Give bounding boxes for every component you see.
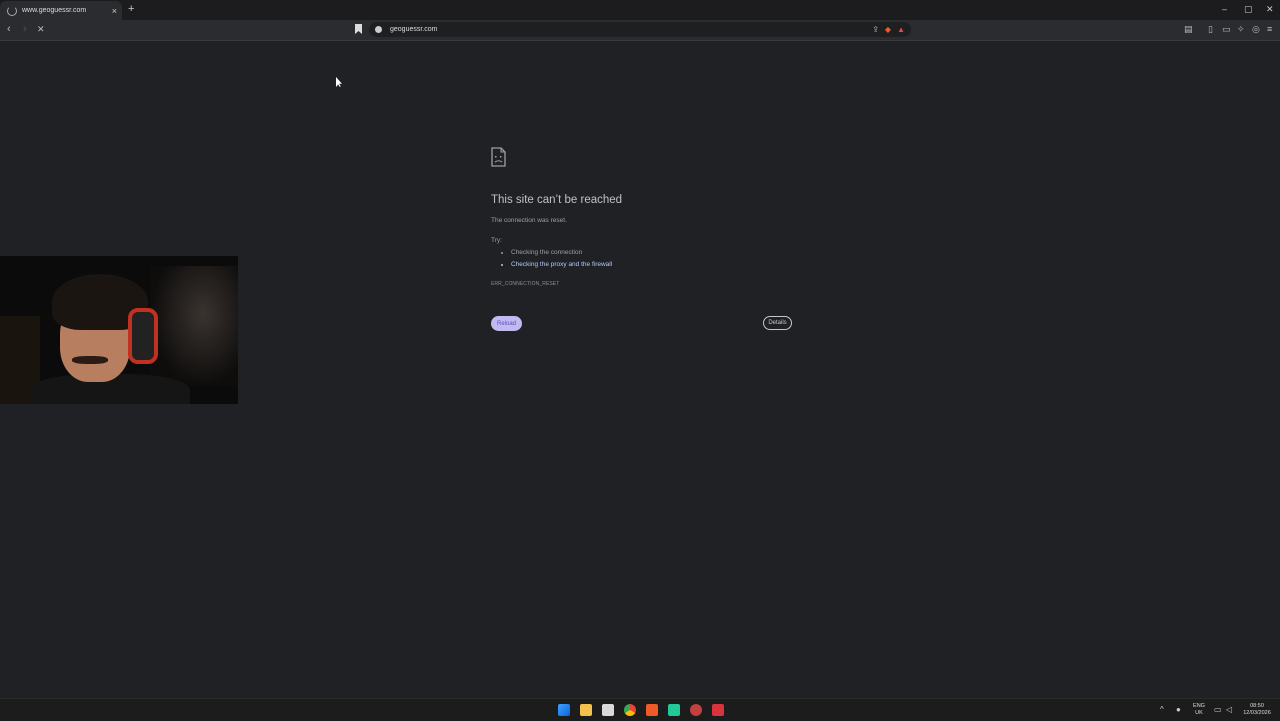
site-info-icon[interactable] [375,26,382,33]
error-title: This site can’t be reached [491,194,623,206]
chrome-icon[interactable] [624,704,636,716]
network-icon[interactable]: ▭ [1214,705,1222,714]
suggestion-list: Checking the connection Checking the pro… [502,247,612,271]
stop-loading-icon[interactable]: ✕ [37,24,45,35]
new-tab-button[interactable]: + [128,3,134,15]
taskbar: ^ ● ENG UK ▭ ◁ 08:50 12/03/2026 [0,698,1280,721]
sad-document-icon [491,147,506,167]
share-icon[interactable]: ⇪ [872,25,879,34]
vpn-icon[interactable]: ◎ [1252,24,1260,35]
menu-icon[interactable]: ≡ [1267,24,1272,34]
try-label: Try: [491,237,502,244]
clock[interactable]: 08:50 12/03/2026 [1240,703,1274,717]
close-tab-icon[interactable]: × [112,6,117,16]
webcam-overlay [0,256,238,404]
red-badge-app-icon[interactable] [712,704,724,716]
error-message: The connection was reset. [491,217,567,224]
bookmark-icon[interactable] [355,24,362,34]
address-bar[interactable]: geoguessr.com ⇪ ◆ ▲ [369,22,911,37]
tab-strip: www.geoguessr.com × + – ▢ ✕ [0,0,1280,20]
forward-icon[interactable]: › [23,23,27,35]
suggestion-check-proxy-link[interactable]: Checking the proxy and the firewall [511,259,612,271]
reader-mode-icon[interactable]: ▤ [1184,24,1193,35]
tab-title: www.geoguessr.com [22,7,87,14]
red-app-icon[interactable] [690,704,702,716]
headset [128,308,158,364]
tab-geoguessr[interactable]: www.geoguessr.com × [0,1,122,20]
file-explorer-icon[interactable] [580,704,592,716]
volume-icon[interactable]: ◁ [1226,705,1232,714]
maximize-button[interactable]: ▢ [1244,4,1253,15]
brave-rewards-icon[interactable]: ▲ [897,25,905,34]
error-code: ERR_CONNECTION_RESET [491,281,560,287]
suggestion-check-connection: Checking the connection [511,247,612,259]
close-window-button[interactable]: ✕ [1266,4,1274,15]
microphone-icon[interactable]: ● [1176,705,1181,714]
sidebar-icon[interactable]: ▯ [1208,24,1213,35]
wallet-icon[interactable]: ▭ [1222,24,1231,35]
loading-spinner-icon [7,5,17,16]
language-indicator[interactable]: ENG UK [1190,703,1208,717]
mouse-cursor-icon [336,77,342,87]
browser-toolbar: ‹ › ✕ geoguessr.com ⇪ ◆ ▲ ▤ ▯ ▭ ✧ ◎ ≡ [0,20,1280,41]
reload-button[interactable]: Reload [491,316,522,331]
url-text[interactable]: geoguessr.com [390,26,872,33]
extensions-icon[interactable]: ✧ [1237,24,1245,35]
details-button[interactable]: Details [763,316,792,330]
minimize-button[interactable]: – [1222,4,1227,14]
green-app-icon[interactable] [668,704,680,716]
store-icon[interactable] [602,704,614,716]
back-icon[interactable]: ‹ [7,23,11,35]
brave-shields-icon[interactable]: ◆ [885,25,891,34]
tray-overflow-icon[interactable]: ^ [1160,705,1164,714]
brave-icon[interactable] [646,704,658,716]
windows-start-icon[interactable] [558,704,570,716]
